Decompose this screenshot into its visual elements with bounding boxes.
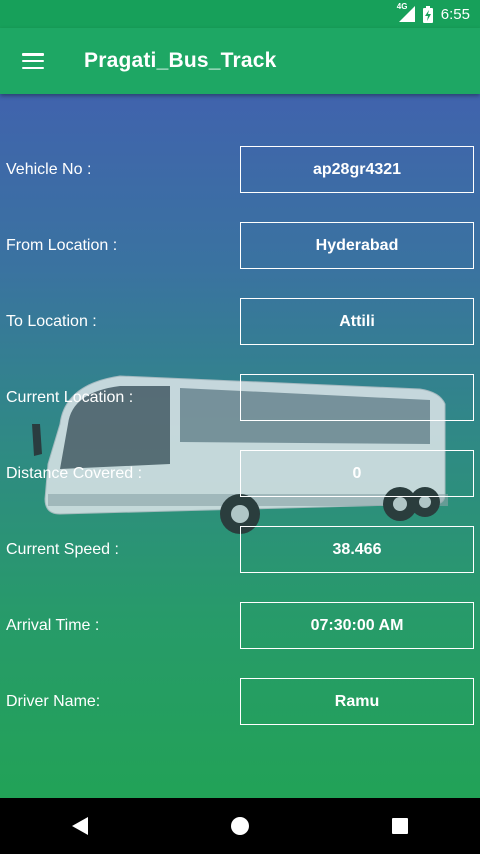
field-driver-name: Driver Name: Ramu bbox=[0, 678, 480, 726]
nav-home-icon bbox=[231, 817, 249, 835]
network-type-label: 4G bbox=[396, 2, 408, 11]
cell-signal-icon: 4G bbox=[397, 2, 415, 22]
field-label: Current Location : bbox=[6, 389, 134, 406]
app-bar: Pragati_Bus_Track bbox=[0, 28, 480, 94]
field-value: Ramu bbox=[240, 678, 474, 725]
field-value bbox=[240, 374, 474, 421]
field-label: From Location : bbox=[6, 237, 118, 254]
field-label: Current Speed : bbox=[6, 541, 119, 558]
field-current-speed: Current Speed : 38.466 bbox=[0, 526, 480, 574]
nav-recents-icon bbox=[392, 818, 408, 834]
menu-button[interactable] bbox=[0, 28, 66, 94]
field-distance-covered: Distance Covered : 0 bbox=[0, 450, 480, 498]
field-arrival-time: Arrival Time : 07:30:00 AM bbox=[0, 602, 480, 650]
field-label: Distance Covered : bbox=[6, 465, 143, 482]
recents-button[interactable] bbox=[370, 798, 430, 854]
system-nav-bar bbox=[0, 798, 480, 854]
field-value: 38.466 bbox=[240, 526, 474, 573]
field-vehicle-no: Vehicle No : ap28gr4321 bbox=[0, 146, 480, 194]
details-screen: Vehicle No : ap28gr4321 From Location : … bbox=[0, 94, 480, 798]
home-button[interactable] bbox=[210, 798, 270, 854]
field-to-location: To Location : Attili bbox=[0, 298, 480, 346]
battery-charging-icon bbox=[422, 5, 433, 23]
field-value: 07:30:00 AM bbox=[240, 602, 474, 649]
app-title: Pragati_Bus_Track bbox=[84, 49, 277, 72]
status-bar: 4G 6:55 bbox=[0, 0, 480, 28]
field-value: 0 bbox=[240, 450, 474, 497]
field-label: Driver Name: bbox=[6, 693, 101, 710]
field-value: ap28gr4321 bbox=[240, 146, 474, 193]
hamburger-menu-icon bbox=[22, 53, 44, 69]
field-label: Vehicle No : bbox=[6, 161, 92, 178]
status-time: 6:55 bbox=[440, 5, 470, 23]
field-current-location: Current Location : bbox=[0, 374, 480, 422]
field-label: Arrival Time : bbox=[6, 617, 100, 634]
field-value: Hyderabad bbox=[240, 222, 474, 269]
field-from-location: From Location : Hyderabad bbox=[0, 222, 480, 270]
back-button[interactable] bbox=[50, 798, 110, 854]
field-value: Attili bbox=[240, 298, 474, 345]
nav-back-icon bbox=[72, 817, 88, 835]
field-label: To Location : bbox=[6, 313, 97, 330]
